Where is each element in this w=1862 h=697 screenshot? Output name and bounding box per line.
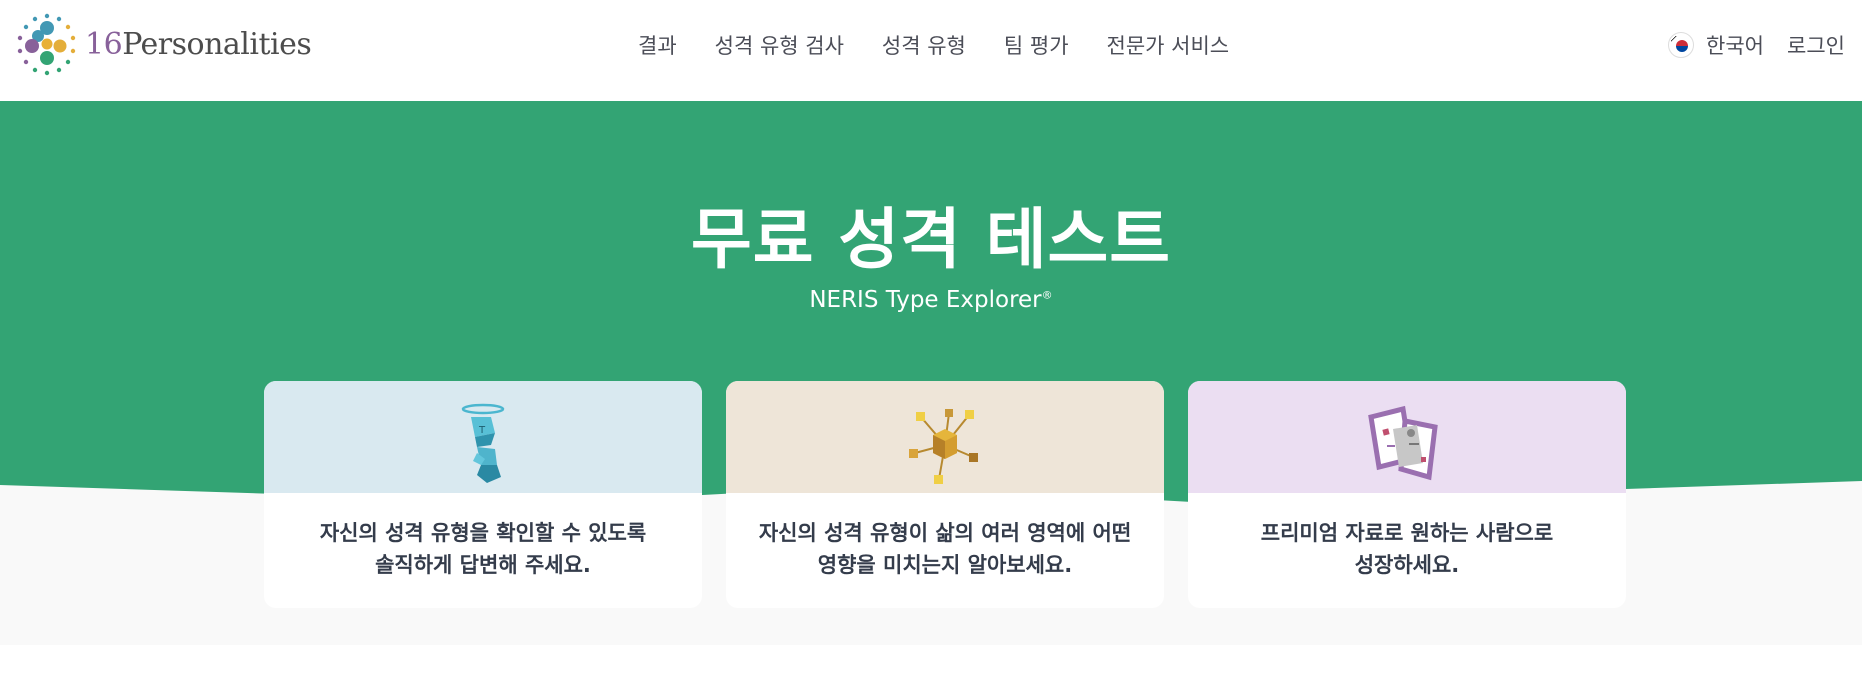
hero-subtitle: NERIS Type Explorer® xyxy=(0,287,1862,313)
feature-cards: T 자신의 성격 유형을 확인할 수 있도록 솔직하게 답변해 주세요. 자신의… xyxy=(264,381,1626,608)
nav-item-professional-services[interactable]: 전문가 서비스 xyxy=(1107,30,1230,60)
nav-item-personality-test[interactable]: 성격 유형 검사 xyxy=(715,30,844,60)
logo-number: 16 xyxy=(85,26,123,62)
site-logo[interactable]: 16Personalities xyxy=(15,12,312,76)
gold-cube-network-icon xyxy=(909,409,978,484)
card-text-honesty: 자신의 성격 유형을 확인할 수 있도록 솔직하게 답변해 주세요. xyxy=(264,517,702,581)
hero-section: 무료 성격 테스트 NERIS Type Explorer® T 자신의 성격 … xyxy=(0,101,1862,645)
nav-item-personality-types[interactable]: 성격 유형 xyxy=(882,30,966,60)
site-header: 16Personalities 결과 성격 유형 검사 성격 유형 팀 평가 전… xyxy=(0,0,1862,101)
login-link[interactable]: 로그인 xyxy=(1787,30,1845,60)
hero-title: 무료 성격 테스트 xyxy=(691,201,1171,278)
main-nav: 결과 성격 유형 검사 성격 유형 팀 평가 전문가 서비스 xyxy=(638,30,1267,60)
card-text-premium: 프리미엄 자료로 원하는 사람으로 성장하세요. xyxy=(1188,517,1626,581)
registered-mark: ® xyxy=(1041,288,1053,302)
card-text-line: 성장하세요. xyxy=(1354,553,1460,577)
nav-item-team-assessment[interactable]: 팀 평가 xyxy=(1004,30,1069,60)
purple-documents-icon xyxy=(1368,405,1438,481)
feature-card-honesty: T 자신의 성격 유형을 확인할 수 있도록 솔직하게 답변해 주세요. xyxy=(264,381,702,608)
nav-item-results[interactable]: 결과 xyxy=(638,30,677,60)
logo-wordmark: 16Personalities xyxy=(85,26,312,62)
card-text-line: 영향을 미치는지 알아보세요. xyxy=(817,553,1073,577)
svg-text:T: T xyxy=(478,425,486,436)
card-text-line: 자신의 성격 유형을 확인할 수 있도록 xyxy=(319,521,647,545)
card-text-line: 프리미엄 자료로 원하는 사람으로 xyxy=(1260,521,1554,545)
korea-flag-icon xyxy=(1668,32,1694,58)
card-text-life-areas: 자신의 성격 유형이 삶의 여러 영역에 어떤 영향을 미치는지 알아보세요. xyxy=(726,517,1164,581)
card-text-line: 자신의 성격 유형이 삶의 여러 영역에 어떤 xyxy=(758,521,1132,545)
hero-subtitle-text: NERIS Type Explorer xyxy=(809,287,1042,313)
language-selector[interactable]: 한국어 xyxy=(1668,30,1764,60)
feature-card-premium: 프리미엄 자료로 원하는 사람으로 성장하세요. xyxy=(1188,381,1626,608)
logo-word: Personalities xyxy=(122,26,312,62)
feature-card-life-areas: 자신의 성격 유형이 삶의 여러 영역에 어떤 영향을 미치는지 알아보세요. xyxy=(726,381,1164,608)
card-text-line: 솔직하게 답변해 주세요. xyxy=(375,553,591,577)
language-label: 한국어 xyxy=(1706,34,1764,58)
logo-dots-icon xyxy=(17,13,76,76)
blue-cube-figure-icon: T xyxy=(461,403,505,483)
